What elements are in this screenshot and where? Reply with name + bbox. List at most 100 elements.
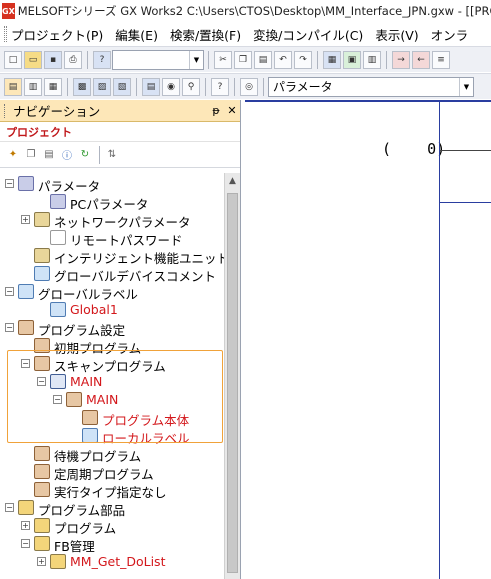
pin-icon[interactable]: ᵽ xyxy=(208,104,224,117)
tree-item[interactable]: − プログラム設定 xyxy=(0,319,224,338)
copy-data-icon[interactable]: ❐ xyxy=(23,147,39,163)
device-batch-icon[interactable]: ▤ xyxy=(142,77,160,96)
param-icon xyxy=(50,194,66,209)
list-icon[interactable]: ▦ xyxy=(44,77,62,96)
prog-icon xyxy=(34,464,50,479)
parameter-combo[interactable]: パラメータ ▼ xyxy=(268,76,474,97)
tree-item-label: Global1 xyxy=(70,302,118,317)
prog-icon xyxy=(18,320,34,335)
collapse-icon[interactable]: − xyxy=(5,287,14,296)
menu-project[interactable]: プロジェクト(P) xyxy=(11,25,103,44)
tree-item[interactable]: リモートパスワード xyxy=(0,229,224,248)
watch-icon[interactable]: ◉ xyxy=(162,77,180,96)
label-icon xyxy=(50,302,66,317)
toolbar-combo-1[interactable]: ▼ xyxy=(112,49,204,70)
redo-icon[interactable]: ↷ xyxy=(294,50,312,69)
tree-item[interactable]: Global1 xyxy=(0,301,224,319)
tree-scrollbar[interactable]: ▲ xyxy=(224,173,240,579)
device-list-icon[interactable]: ▨ xyxy=(93,77,111,96)
standard-toolbar: □ ▭ ▪ ⎙ ? ▼ ✂ ❐ ▤ ↶ ↷ ▦ ▣ ▥ → ← ≡ xyxy=(0,46,491,72)
open-folder-icon[interactable]: ▭ xyxy=(24,50,42,69)
property-icon[interactable]: ⓘ xyxy=(59,147,75,163)
print-icon[interactable]: ⎙ xyxy=(64,50,82,69)
toolbar-separator xyxy=(67,77,68,96)
navigation-icon[interactable]: ▤ xyxy=(4,77,22,96)
menu-compile[interactable]: 変換/コンパイル(C) xyxy=(253,25,363,44)
new-data-icon[interactable]: ✦ xyxy=(5,147,21,163)
scroll-thumb[interactable] xyxy=(227,193,238,573)
project-view-label: プロジェクト xyxy=(0,122,240,142)
paste-data-icon[interactable]: ▤ xyxy=(41,147,57,163)
toolbar-separator xyxy=(234,77,235,96)
prog-icon xyxy=(34,446,50,461)
read-plc-icon[interactable]: ← xyxy=(412,50,430,69)
tree-item[interactable]: + プログラム xyxy=(0,517,224,536)
tree-item[interactable]: 待機プログラム xyxy=(0,445,224,464)
collapse-icon[interactable]: − xyxy=(5,323,14,332)
tree-item[interactable]: + ネットワークパラメータ xyxy=(0,211,224,230)
folder-icon xyxy=(34,518,50,533)
monitor-icon[interactable]: ▣ xyxy=(343,50,361,69)
tree-item[interactable]: 実行タイプ指定なし xyxy=(0,481,224,500)
menu-find-replace[interactable]: 検索/置換(F) xyxy=(170,25,241,44)
module-icon[interactable]: ▥ xyxy=(24,77,42,96)
copy-icon[interactable]: ❐ xyxy=(234,50,252,69)
menu-grip[interactable] xyxy=(4,26,7,42)
menu-online[interactable]: オンラ xyxy=(431,25,469,44)
scroll-up-icon[interactable]: ▲ xyxy=(225,173,240,189)
expand-icon[interactable]: + xyxy=(37,557,46,566)
tree-item[interactable]: − プログラム部品 xyxy=(0,499,224,518)
rung-end-line xyxy=(440,202,491,203)
tree-item[interactable]: − FB管理 xyxy=(0,535,224,554)
sort-icon[interactable]: ⇅ xyxy=(104,147,120,163)
menu-edit[interactable]: 編集(E) xyxy=(115,25,158,44)
undo-icon[interactable]: ↶ xyxy=(274,50,292,69)
tree-item[interactable]: グローバルデバイスコメント xyxy=(0,265,224,284)
cut-icon[interactable]: ✂ xyxy=(214,50,232,69)
label-icon xyxy=(18,284,34,299)
compile-icon[interactable]: ▥ xyxy=(363,50,381,69)
toolbar-separator xyxy=(317,50,318,69)
menu-view[interactable]: 表示(V) xyxy=(375,25,418,44)
refresh-icon[interactable]: ↻ xyxy=(77,147,93,163)
toolbar-separator xyxy=(386,50,387,69)
device-memory-icon[interactable]: ▧ xyxy=(113,77,131,96)
tree-item[interactable]: PCパラメータ xyxy=(0,193,224,212)
tree-item[interactable]: − グローバルラベル xyxy=(0,283,224,302)
binoculars-icon[interactable]: ◎ xyxy=(240,77,258,96)
expand-icon[interactable]: + xyxy=(21,521,30,530)
collapse-icon[interactable]: − xyxy=(5,503,14,512)
paste-icon[interactable]: ▤ xyxy=(254,50,272,69)
tree-item[interactable]: 定周期プログラム xyxy=(0,463,224,482)
title-bar: GX MELSOFTシリーズ GX Works2 C:\Users\CTOS\D… xyxy=(0,0,491,22)
prog-icon xyxy=(34,482,50,497)
search-device-icon[interactable]: ⚲ xyxy=(182,77,200,96)
collapse-icon[interactable]: − xyxy=(21,539,30,548)
net-icon xyxy=(34,212,50,227)
navigation-pane: ナビゲーション ᵽ ✕ プロジェクト ✦ ❐ ▤ ⓘ ↻ ⇅ − パラメータ PCパ… xyxy=(0,100,241,579)
step-number: ( 0) xyxy=(382,140,446,158)
device-comment-icon[interactable]: ▩ xyxy=(73,77,91,96)
tree-item-label: MM_Get_DoList xyxy=(70,554,166,569)
device-icon[interactable]: ▦ xyxy=(323,50,341,69)
tree-item[interactable]: インテリジェント機能ユニット xyxy=(0,247,224,266)
help-topics-icon[interactable]: ? xyxy=(211,77,229,96)
tree-item[interactable]: − パラメータ xyxy=(0,175,224,194)
menu-bar: プロジェクト(P) 編集(E) 検索/置換(F) 変換/コンパイル(C) 表示(… xyxy=(0,23,491,45)
write-plc-icon[interactable]: → xyxy=(392,50,410,69)
tree-item[interactable]: + MM_Get_DoList xyxy=(0,553,224,571)
param-icon xyxy=(18,176,34,191)
ladder-editor[interactable]: ( 0) xyxy=(245,100,491,579)
left-power-rail xyxy=(439,102,440,579)
pane-grip[interactable] xyxy=(4,103,7,118)
collapse-icon[interactable]: − xyxy=(5,179,14,188)
save-icon[interactable]: ▪ xyxy=(44,50,62,69)
help-icon[interactable]: ? xyxy=(93,50,111,69)
window-title: MELSOFTシリーズ GX Works2 C:\Users\CTOS\Desk… xyxy=(17,4,491,18)
verify-icon[interactable]: ≡ xyxy=(432,50,450,69)
new-project-icon[interactable]: □ xyxy=(4,50,22,69)
toolbar-separator xyxy=(136,77,137,96)
close-icon[interactable]: ✕ xyxy=(224,104,240,117)
expand-icon[interactable]: + xyxy=(21,215,30,224)
navigation-header: ナビゲーション ᵽ ✕ xyxy=(0,100,240,122)
